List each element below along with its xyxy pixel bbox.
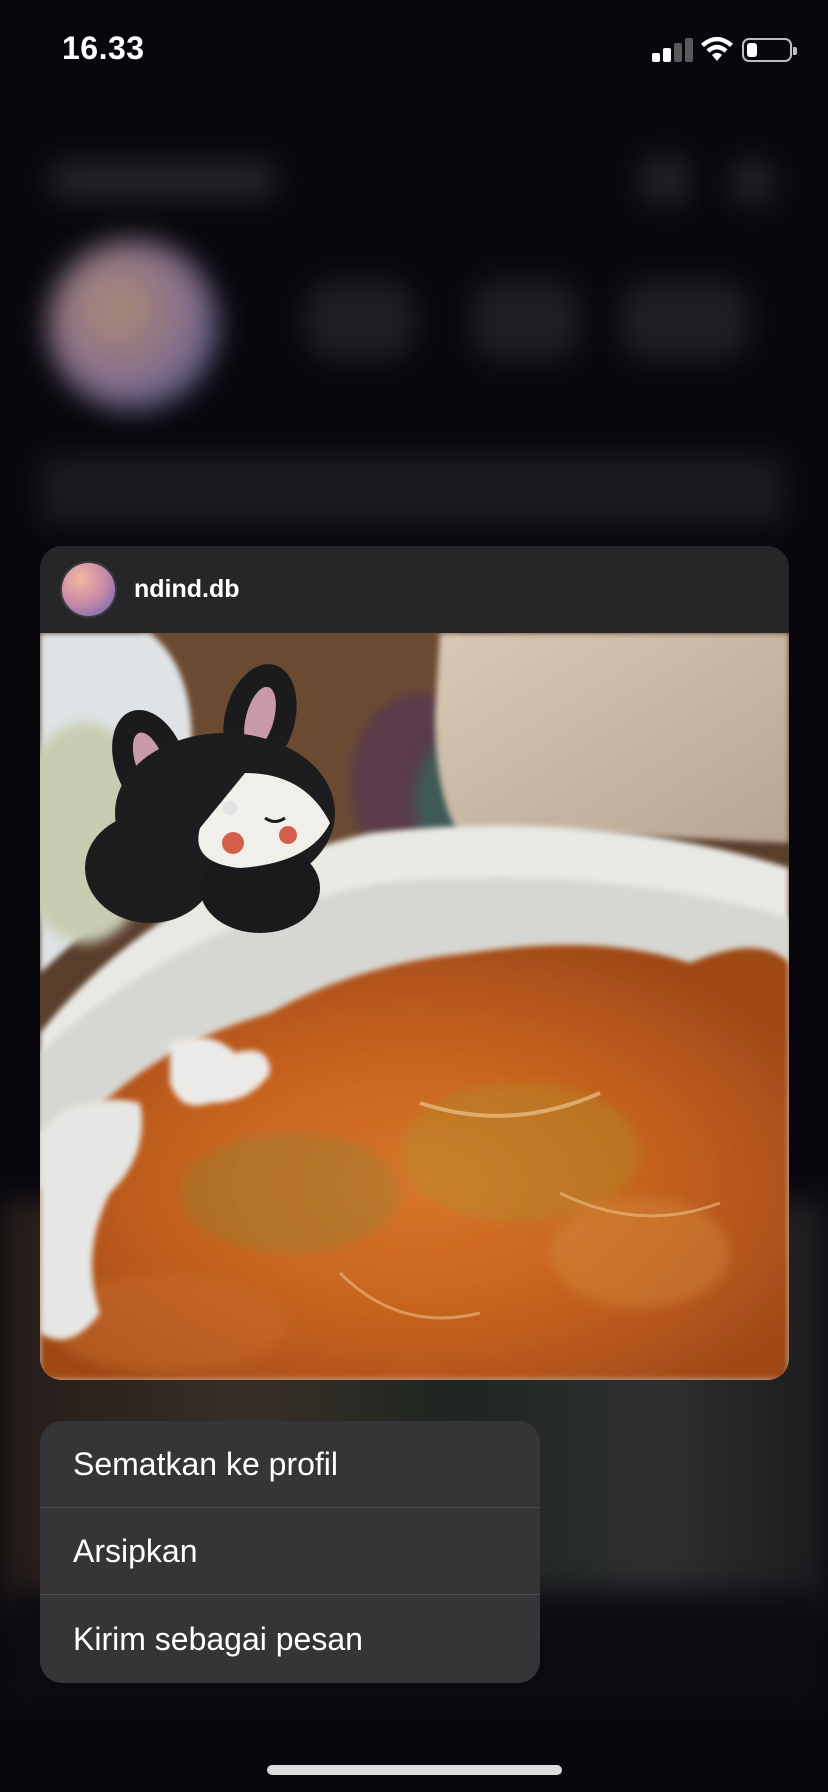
profile-avatar-icon[interactable]	[60, 561, 117, 618]
blurred-profile-avatar	[48, 240, 218, 410]
battery-level	[747, 43, 757, 57]
menu-item-pin-to-profile[interactable]: Sematkan ke profil	[40, 1421, 540, 1508]
blurred-menu-icon	[730, 160, 775, 205]
post-context-menu: Sematkan ke profil Arsipkan Kirim sebaga…	[40, 1421, 540, 1683]
blurred-following-count	[620, 280, 750, 360]
blurred-username-title	[48, 160, 278, 200]
status-bar: 16.33	[0, 0, 828, 100]
blurred-edit-profile-button	[40, 455, 785, 525]
post-photo[interactable]	[40, 633, 789, 1380]
cellular-signal-icon	[652, 36, 693, 62]
battery-icon	[742, 38, 797, 62]
wifi-icon	[700, 34, 734, 62]
menu-item-archive[interactable]: Arsipkan	[40, 1508, 540, 1595]
post-username[interactable]: ndind.db	[134, 575, 240, 604]
blurred-posts-count	[305, 280, 415, 360]
menu-item-send-as-message[interactable]: Kirim sebagai pesan	[40, 1595, 540, 1683]
post-preview-card[interactable]: ndind.db	[40, 546, 789, 1380]
post-preview-header: ndind.db	[40, 546, 789, 633]
status-time: 16.33	[62, 30, 145, 66]
blurred-add-icon	[640, 155, 690, 205]
blurred-followers-count	[470, 280, 580, 360]
home-indicator[interactable]	[267, 1765, 562, 1775]
